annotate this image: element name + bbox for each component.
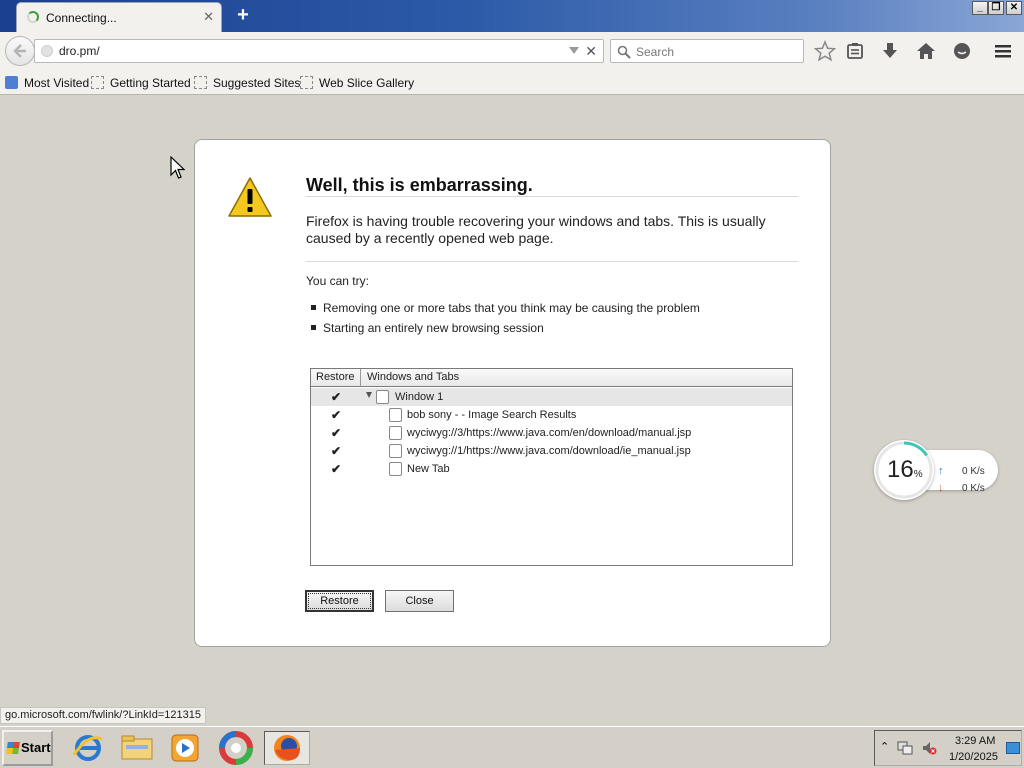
home-icon[interactable] — [915, 40, 937, 62]
twisty-expanded-icon[interactable] — [366, 392, 372, 398]
start-button[interactable]: Start — [2, 730, 53, 766]
downloads-icon[interactable] — [879, 40, 901, 62]
upload-arrow-icon: ↑ — [938, 465, 944, 477]
network-monitor-widget[interactable]: 16% ↑ 0 K/s ↓ 0 K/s — [874, 440, 998, 500]
bookmark-star-icon[interactable] — [814, 40, 836, 62]
minimize-button[interactable]: _ — [972, 1, 988, 15]
window-title-bar: Connecting... ✕ + _ ❐ ✕ — [0, 0, 1024, 32]
try-label: You can try: — [306, 274, 369, 288]
bookmark-web-slice-gallery[interactable]: Web Slice Gallery — [300, 75, 414, 91]
browser-tab[interactable]: Connecting... ✕ — [16, 2, 222, 32]
usage-percent: 16% — [887, 456, 923, 483]
loading-spinner-icon — [27, 11, 39, 23]
search-placeholder: Search — [636, 45, 675, 59]
download-arrow-icon: ↓ — [938, 482, 944, 494]
bookmarks-menu-icon[interactable] — [844, 40, 866, 62]
bookmark-most-visited[interactable]: Most Visited — [5, 75, 89, 91]
bookmarks-toolbar: Most Visited Getting Started Suggested S… — [0, 70, 1024, 95]
close-button[interactable]: Close — [385, 590, 454, 612]
warning-triangle-icon — [228, 177, 272, 217]
usage-gauge: 16% — [874, 440, 934, 500]
download-speed: 0 K/s — [962, 483, 985, 494]
clock-time[interactable]: 3:29 AM — [955, 735, 995, 747]
tab-label: New Tab — [407, 463, 450, 475]
show-desktop-icon[interactable] — [1006, 742, 1020, 754]
site-identity-icon[interactable] — [41, 45, 53, 57]
tab-label: bob sony - - Image Search Results — [407, 409, 577, 421]
restore-checkbox[interactable]: ✔ — [331, 426, 341, 440]
address-bar[interactable]: dro.pm/ ✕ — [34, 39, 604, 63]
bullet-icon — [311, 325, 316, 330]
bullet-icon — [311, 305, 316, 310]
stop-loading-icon[interactable]: ✕ — [585, 43, 597, 60]
status-link-url: go.microsoft.com/fwlink/?LinkId=121315 — [0, 707, 206, 724]
window-label: Window 1 — [395, 391, 444, 403]
tab-label: wyciwyg://1/https://www.java.com/downloa… — [407, 445, 691, 457]
upload-speed: 0 K/s — [962, 466, 985, 477]
photo-viewer-icon[interactable] — [216, 731, 256, 765]
bookmark-page-icon — [194, 76, 207, 89]
restore-checkbox[interactable]: ✔ — [331, 408, 341, 422]
most-visited-icon — [5, 76, 18, 89]
start-label: Start — [21, 740, 51, 755]
column-header-restore[interactable]: Restore — [311, 369, 361, 387]
media-player-icon[interactable] — [165, 731, 205, 765]
history-dropdown-icon[interactable] — [569, 47, 579, 54]
volume-muted-icon[interactable] — [921, 740, 937, 756]
tab-title: Connecting... — [46, 11, 117, 25]
column-header-windows-and-tabs[interactable]: Windows and Tabs — [367, 371, 459, 383]
page-icon — [389, 462, 402, 476]
windows-taskbar: Start ⌃ 3:29 AM 1/20/2025 — [0, 726, 1024, 768]
page-icon — [389, 408, 402, 422]
show-hidden-icons-icon[interactable]: ⌃ — [880, 740, 889, 753]
restore-checkbox[interactable]: ✔ — [331, 444, 341, 458]
hello-chat-icon[interactable] — [951, 40, 973, 62]
page-icon — [389, 426, 402, 440]
system-tray: ⌃ 3:29 AM 1/20/2025 — [874, 730, 1022, 766]
dialog-title: Well, this is embarrassing. — [306, 175, 533, 195]
new-tab-button[interactable]: + — [232, 4, 254, 26]
tree-row-tab[interactable]: ✔ New Tab — [311, 460, 792, 478]
tree-row-tab[interactable]: ✔ bob sony - - Image Search Results — [311, 406, 792, 424]
page-icon — [389, 444, 402, 458]
restore-window-button[interactable]: ❐ — [988, 1, 1004, 15]
tree-row-window[interactable]: ✔ Window 1 — [311, 388, 792, 406]
back-button[interactable] — [5, 36, 35, 66]
internet-explorer-icon[interactable] — [68, 731, 108, 765]
mouse-cursor-icon — [170, 156, 186, 179]
bookmark-getting-started[interactable]: Getting Started — [91, 75, 191, 91]
navigation-toolbar: dro.pm/ ✕ Search — [0, 32, 1024, 70]
restore-button[interactable]: Restore — [305, 590, 374, 612]
firefox-icon — [274, 735, 300, 761]
search-icon — [617, 45, 631, 59]
session-restore-dialog: Well, this is embarrassing. Firefox is h… — [194, 139, 831, 647]
dialog-message: Firefox is having trouble recovering you… — [306, 213, 766, 246]
bookmark-page-icon — [300, 76, 313, 89]
bookmark-suggested-sites[interactable]: Suggested Sites — [194, 75, 300, 91]
back-arrow-icon — [13, 44, 26, 58]
suggestion-item: Removing one or more tabs that you think… — [311, 301, 700, 315]
restore-checkbox[interactable]: ✔ — [331, 390, 341, 404]
tree-header: Restore Windows and Tabs — [311, 369, 792, 387]
suggestion-item: Starting an entirely new browsing sessio… — [311, 321, 544, 335]
title-divider — [306, 196, 798, 197]
windows-logo-icon — [6, 742, 20, 754]
bookmark-page-icon — [91, 76, 104, 89]
restore-tree[interactable]: Restore Windows and Tabs ✔ Window 1 ✔ bo… — [310, 368, 793, 566]
tree-row-tab[interactable]: ✔ wyciwyg://3/https://www.java.com/en/do… — [311, 424, 792, 442]
network-tray-icon[interactable] — [897, 740, 913, 756]
taskbar-firefox-button[interactable] — [264, 731, 310, 765]
message-divider — [306, 261, 798, 262]
search-bar[interactable]: Search — [610, 39, 804, 63]
address-text[interactable]: dro.pm/ — [59, 44, 100, 58]
hamburger-menu-icon[interactable] — [992, 40, 1014, 62]
window-icon — [376, 390, 389, 404]
clock-date[interactable]: 1/20/2025 — [949, 751, 998, 763]
tree-row-tab[interactable]: ✔ wyciwyg://1/https://www.java.com/downl… — [311, 442, 792, 460]
file-explorer-icon[interactable] — [117, 731, 157, 765]
restore-checkbox[interactable]: ✔ — [331, 462, 341, 476]
close-window-button[interactable]: ✕ — [1006, 1, 1022, 15]
tab-close-icon[interactable]: ✕ — [203, 10, 214, 24]
tab-label: wyciwyg://3/https://www.java.com/en/down… — [407, 427, 692, 439]
